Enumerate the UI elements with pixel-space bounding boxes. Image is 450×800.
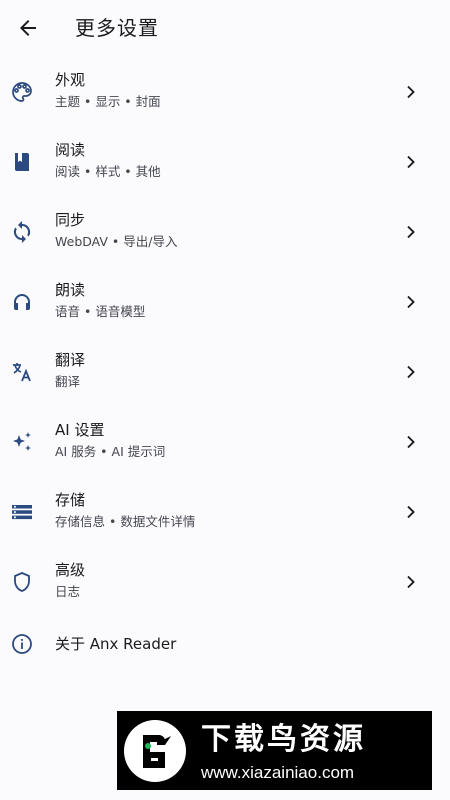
settings-item-label: 同步 xyxy=(55,211,86,229)
about-item[interactable]: 关于 Anx Reader xyxy=(0,617,450,671)
headphones-icon xyxy=(9,289,35,315)
sparkle-icon xyxy=(9,429,35,455)
chevron-right-icon xyxy=(401,362,421,382)
settings-item-label: 朗读 xyxy=(55,281,86,299)
settings-item-label: 高级 xyxy=(55,561,86,579)
watermark-title: 下载鸟资源 xyxy=(201,722,366,757)
translate-icon xyxy=(9,359,35,385)
settings-item-tts[interactable]: 朗读 语音 • 语音模型 xyxy=(0,266,450,336)
settings-item-subtitle: 主题 • 显示 • 封面 xyxy=(55,94,161,109)
settings-item-label: 存储 xyxy=(55,491,86,509)
settings-item-label: 翻译 xyxy=(55,351,86,369)
page-title: 更多设置 xyxy=(75,16,159,40)
chevron-right-icon xyxy=(401,292,421,312)
settings-item-label: AI 设置 xyxy=(55,421,105,439)
settings-item-appearance[interactable]: 外观 主题 • 显示 • 封面 xyxy=(0,56,450,126)
settings-item-subtitle: 日志 xyxy=(55,584,81,599)
settings-item-reading[interactable]: 阅读 阅读 • 样式 • 其他 xyxy=(0,126,450,196)
chevron-right-icon xyxy=(401,502,421,522)
storage-icon xyxy=(9,499,35,525)
settings-item-sync[interactable]: 同步 WebDAV • 导出/导入 xyxy=(0,196,450,266)
chevron-right-icon xyxy=(401,432,421,452)
info-icon xyxy=(9,631,35,657)
settings-item-label: 阅读 xyxy=(55,141,86,159)
app-bar: 更多设置 xyxy=(0,0,450,56)
settings-item-label: 外观 xyxy=(55,71,86,89)
book-icon xyxy=(9,149,35,175)
settings-item-storage[interactable]: 存储 存储信息 • 数据文件详情 xyxy=(0,476,450,546)
settings-item-subtitle: 语音 • 语音模型 xyxy=(55,304,146,319)
settings-item-advanced[interactable]: 高级 日志 xyxy=(0,546,450,616)
about-label: 关于 Anx Reader xyxy=(55,635,177,653)
chevron-right-icon xyxy=(401,222,421,242)
sync-icon xyxy=(9,219,35,245)
palette-icon xyxy=(9,79,35,105)
settings-item-translate[interactable]: 翻译 翻译 xyxy=(0,336,450,406)
settings-item-subtitle: 翻译 xyxy=(55,374,81,389)
chevron-right-icon xyxy=(401,82,421,102)
chevron-right-icon xyxy=(401,572,421,592)
settings-item-subtitle: WebDAV • 导出/导入 xyxy=(55,234,178,249)
settings-item-subtitle: AI 服务 • AI 提示词 xyxy=(55,444,166,459)
bird-logo-icon xyxy=(123,719,187,783)
settings-item-subtitle: 存储信息 • 数据文件详情 xyxy=(55,514,196,529)
watermark-banner: 下载鸟资源 www.xiazainiao.com xyxy=(117,711,432,790)
arrow-back-icon xyxy=(16,16,40,40)
settings-item-subtitle: 阅读 • 样式 • 其他 xyxy=(55,164,161,179)
back-button[interactable] xyxy=(8,8,48,48)
shield-icon xyxy=(9,569,35,595)
chevron-right-icon xyxy=(401,152,421,172)
settings-item-ai[interactable]: AI 设置 AI 服务 • AI 提示词 xyxy=(0,406,450,476)
watermark-url: www.xiazainiao.com xyxy=(201,763,355,782)
